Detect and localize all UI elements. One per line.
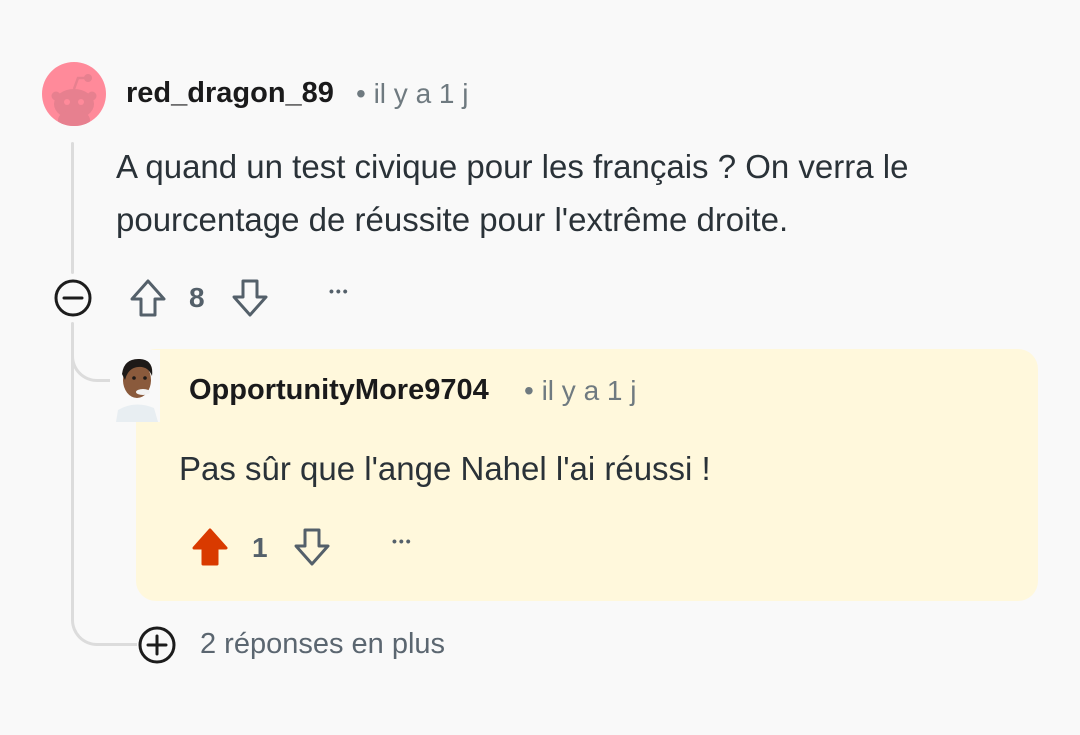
collapse-button[interactable] [52,277,94,319]
comment-username[interactable]: red_dragon_89 [126,77,334,110]
arrow-up-icon [130,279,166,317]
thread-elbow-more [71,590,137,646]
expand-button[interactable] [136,624,178,666]
plus-circle-icon [138,626,176,664]
reply-timestamp: • il y a 1 j [524,375,637,406]
more-replies-link[interactable]: 2 réponses en plus [200,628,445,661]
arrow-down-icon [294,528,330,566]
comment-timestamp: • il y a 1 j [356,78,469,109]
downvote-button[interactable] [290,525,334,569]
comment-score: 8 [189,282,205,313]
minus-circle-icon [54,279,92,317]
reply-username[interactable]: OpportunityMore9704 [189,374,489,407]
more-options-button[interactable]: ••• [392,533,413,549]
arrow-down-icon [232,279,268,317]
downvote-button[interactable] [228,276,272,320]
upvote-button[interactable] [188,525,232,569]
comment-body: A quand un test civique pour les françai… [116,140,1036,246]
arrow-up-icon [192,528,228,566]
avatar[interactable] [110,350,160,422]
upvote-button[interactable] [126,276,170,320]
thread-line-top [71,142,74,274]
avatar[interactable] [42,62,106,126]
comment-body-line: A quand un test civique pour les françai… [116,148,909,185]
reply-score: 1 [252,532,268,563]
comment-body-line: pourcentage de réussite pour l'extrême d… [116,201,789,238]
reply-body: Pas sûr que l'ange Nahel l'ai réussi ! [179,450,711,487]
more-options-button[interactable]: ••• [329,283,350,299]
snoo-icon [51,74,97,126]
user-photo-icon [110,350,160,422]
